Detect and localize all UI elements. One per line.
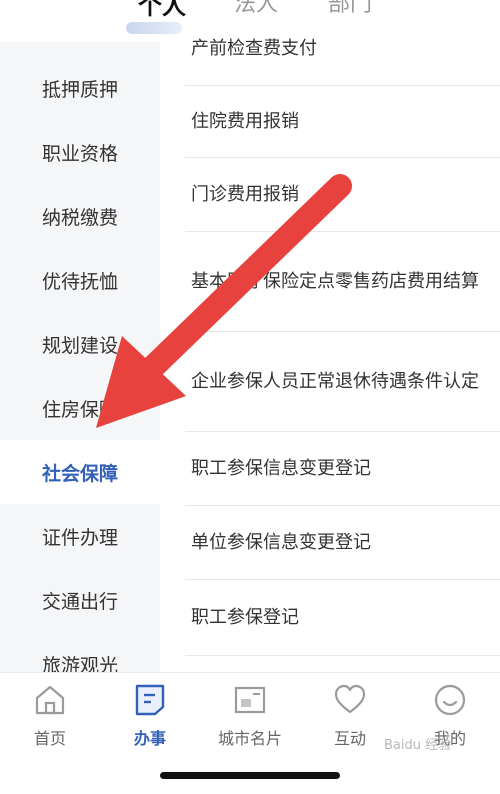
nav-home[interactable]: 首页	[0, 683, 100, 749]
list-item[interactable]: 门诊费用报销	[185, 158, 500, 232]
list-item-label: 产前检查费支付	[191, 38, 317, 59]
sidebar-item-preferential[interactable]: 优待抚恤	[0, 248, 160, 312]
home-icon	[35, 685, 65, 715]
nav-label-services: 办事	[133, 729, 166, 748]
nav-label-home: 首页	[33, 729, 66, 748]
nav-label-interaction: 互动	[333, 729, 366, 748]
list-item[interactable]: 职工参保信息变更登记	[185, 432, 500, 506]
list-item[interactable]: 企业参保人员正常退休待遇条件认定	[185, 332, 500, 432]
category-sidebar: 抵押质押 职业资格 纳税缴费 优待抚恤 规划建设 住房保障 社会保障 证件办理 …	[0, 42, 160, 677]
list-item[interactable]: 基本医疗保险定点零售药店费用结算	[185, 232, 500, 332]
sidebar-item-mortgage[interactable]: 抵押质押	[0, 56, 160, 120]
list-item-label: 基本医疗保险定点零售药店费用结算	[191, 270, 479, 292]
list-item-label: 职工参保登记	[191, 606, 299, 628]
list-item[interactable]: 单位参保信息变更登记	[185, 506, 500, 580]
nav-services[interactable]: 办事	[100, 683, 200, 749]
sidebar-item-qualification[interactable]: 职业资格	[0, 120, 160, 184]
document-icon	[135, 684, 165, 716]
nav-label-city-card: 城市名片	[217, 729, 282, 748]
heart-icon	[334, 684, 366, 714]
nav-city-card[interactable]: 城市名片	[200, 683, 300, 749]
card-icon	[234, 686, 266, 714]
list-item-label: 单位参保信息变更登记	[191, 531, 371, 553]
list-item-label: 住院费用报销	[191, 110, 299, 132]
list-item-label: 职工参保信息变更登记	[191, 457, 371, 479]
watermark: Baidu 经验	[384, 738, 452, 753]
service-list: 产前检查费支付 住院费用报销 门诊费用报销 基本医疗保险定点零售药店费用结算 企…	[185, 0, 500, 672]
sidebar-item-planning[interactable]: 规划建设	[0, 312, 160, 376]
sidebar-item-transport[interactable]: 交通出行	[0, 568, 160, 632]
list-item-label: 企业参保人员正常退休待遇条件认定	[191, 370, 479, 392]
home-indicator[interactable]	[160, 772, 340, 779]
sidebar-item-social-security[interactable]: 社会保障	[0, 440, 160, 504]
smile-icon	[434, 684, 466, 716]
list-item[interactable]: 职工参保登记	[185, 580, 500, 656]
sidebar-item-certificates[interactable]: 证件办理	[0, 504, 160, 568]
list-item[interactable]: 产前检查费支付	[185, 38, 500, 86]
sidebar-item-housing[interactable]: 住房保障	[0, 376, 160, 440]
active-tab-indicator	[126, 22, 182, 34]
sidebar-item-tax[interactable]: 纳税缴费	[0, 184, 160, 248]
tab-personal[interactable]: 个人	[138, 0, 186, 21]
list-item[interactable]: 住院费用报销	[185, 86, 500, 158]
list-item-label: 门诊费用报销	[191, 183, 299, 205]
